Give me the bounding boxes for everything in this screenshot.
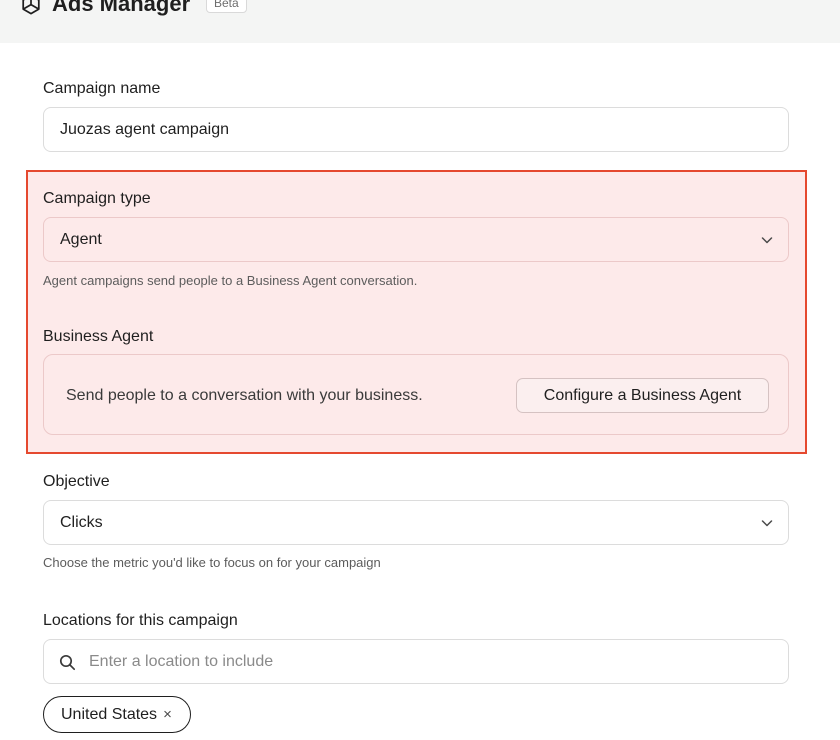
remove-chip-icon[interactable]: ×: [163, 705, 172, 725]
search-icon: [59, 654, 76, 671]
business-agent-description: Send people to a conversation with your …: [66, 387, 423, 404]
campaign-name-input[interactable]: Juozas agent campaign: [43, 107, 789, 152]
locations-label: Locations for this campaign: [43, 612, 238, 629]
business-agent-card: Send people to a conversation with your …: [43, 354, 789, 435]
configure-business-agent-button[interactable]: Configure a Business Agent: [516, 378, 769, 413]
campaign-name-label: Campaign name: [43, 80, 161, 97]
location-chip-label: United States: [61, 705, 158, 723]
objective-value: Clicks: [60, 514, 103, 531]
campaign-type-select[interactable]: Agent: [43, 217, 789, 262]
location-search-input[interactable]: Enter a location to include: [43, 639, 789, 684]
objective-select[interactable]: Clicks: [43, 500, 789, 545]
location-chip-united-states: United States ×: [43, 696, 191, 733]
chevron-down-icon: [761, 520, 773, 527]
campaign-type-help: Agent campaigns send people to a Busines…: [43, 273, 418, 288]
chevron-down-icon: [761, 237, 773, 244]
location-search-placeholder: Enter a location to include: [89, 653, 274, 670]
openai-logo-icon[interactable]: [18, 0, 44, 18]
campaign-type-value: Agent: [60, 231, 102, 248]
campaign-type-label: Campaign type: [43, 190, 151, 207]
campaign-name-value: Juozas agent campaign: [60, 121, 229, 138]
app-title: Ads Manager: [52, 0, 191, 16]
app-header: Ads Manager Beta: [0, 0, 840, 43]
objective-label: Objective: [43, 473, 110, 490]
business-agent-label: Business Agent: [43, 328, 154, 345]
beta-badge: Beta: [206, 0, 247, 13]
objective-help: Choose the metric you'd like to focus on…: [43, 555, 381, 570]
